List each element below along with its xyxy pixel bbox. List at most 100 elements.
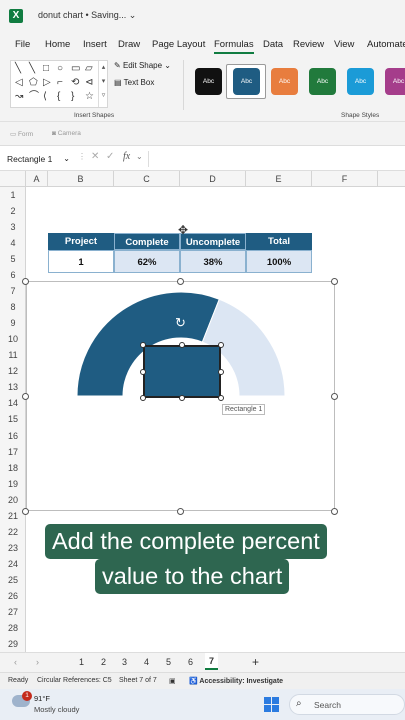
- gallery-scroll[interactable]: ▴ ▾ ▿: [98, 61, 108, 107]
- worksheet-grid[interactable]: A B C D E F 1 2 3 4 5 6 7 8 9 10 11 12 13 14 15 16 17 18 1…: [0, 171, 405, 652]
- column-header-e[interactable]: E: [246, 171, 312, 187]
- row-header-19[interactable]: 19: [0, 476, 26, 492]
- row-header-24[interactable]: 24: [0, 556, 26, 572]
- rectangle-shape-icon[interactable]: □: [43, 64, 49, 74]
- row-header-7[interactable]: 7: [0, 283, 26, 299]
- form-button[interactable]: ▭ Form: [10, 130, 33, 138]
- pentagon-shape-icon[interactable]: ⬠: [29, 78, 38, 88]
- rectangle-shape[interactable]: [143, 345, 221, 398]
- sheet-tab-2[interactable]: 2: [101, 657, 106, 667]
- bracket-shape-icon[interactable]: ⟨: [43, 92, 47, 102]
- more-options-icon[interactable]: ⋮: [78, 152, 86, 161]
- rotate-handle-icon[interactable]: ↻: [175, 315, 186, 331]
- shape-style-black[interactable]: Abc: [195, 68, 222, 95]
- row-header-4[interactable]: 4: [0, 235, 26, 251]
- add-sheet-button[interactable]: +: [252, 655, 259, 669]
- chart-resize-handle-nw[interactable]: [22, 278, 29, 285]
- chevron-shape-icon[interactable]: ⊲: [85, 78, 93, 88]
- edit-shape-button[interactable]: ✎ Edit Shape ⌄: [114, 61, 171, 70]
- cell-project[interactable]: 1: [48, 250, 114, 273]
- row-header-9[interactable]: 9: [0, 315, 26, 331]
- chart-resize-handle-ne[interactable]: [331, 278, 338, 285]
- brace-left-shape-icon[interactable]: {: [57, 92, 60, 102]
- column-header-d[interactable]: D: [180, 171, 246, 187]
- sheet-tab-4[interactable]: 4: [144, 657, 149, 667]
- triangle-shape-icon[interactable]: ◁: [15, 78, 23, 88]
- row-header-25[interactable]: 25: [0, 572, 26, 588]
- row-header-11[interactable]: 11: [0, 347, 26, 363]
- star-shape-icon[interactable]: ☆: [85, 92, 94, 102]
- row-header-20[interactable]: 20: [0, 492, 26, 508]
- row-header-17[interactable]: 17: [0, 444, 26, 460]
- line-shape-icon[interactable]: ╲: [15, 64, 21, 74]
- shape-handle-n[interactable]: [179, 342, 185, 348]
- row-header-3[interactable]: 3: [0, 219, 26, 235]
- oval-shape-icon[interactable]: ○: [57, 64, 63, 74]
- cancel-icon[interactable]: ✕: [91, 151, 99, 162]
- sheet-tab-5[interactable]: 5: [166, 657, 171, 667]
- header-complete[interactable]: Complete: [114, 233, 180, 250]
- function-icon[interactable]: fx: [123, 151, 130, 162]
- shape-style-blue[interactable]: Abc: [233, 68, 260, 95]
- tab-draw[interactable]: Draw: [118, 39, 140, 50]
- shape-handle-s[interactable]: [179, 395, 185, 401]
- camera-button[interactable]: ◙ Camera: [52, 130, 81, 137]
- shape-handle-sw[interactable]: [140, 395, 146, 401]
- accessibility-button[interactable]: ♿ Accessibility: Investigate: [189, 677, 283, 685]
- row-header-26[interactable]: 26: [0, 588, 26, 604]
- macro-record-icon[interactable]: ▣: [169, 677, 176, 685]
- row-header-28[interactable]: 28: [0, 620, 26, 636]
- chevron-down-icon[interactable]: ⌄: [136, 152, 143, 161]
- shape-style-purple[interactable]: Abc: [385, 68, 405, 95]
- curve-shape-icon[interactable]: ⟲: [71, 78, 79, 88]
- header-total[interactable]: Total: [246, 233, 312, 250]
- cell-total[interactable]: 100%: [246, 250, 312, 273]
- shape-handle-nw[interactable]: [140, 342, 146, 348]
- row-header-15[interactable]: 15: [0, 411, 26, 427]
- chart-resize-handle-se[interactable]: [331, 508, 338, 515]
- tab-page-layout[interactable]: Page Layout: [152, 39, 205, 50]
- chart-resize-handle-s[interactable]: [177, 508, 184, 515]
- column-header-f[interactable]: F: [312, 171, 378, 187]
- tab-insert[interactable]: Insert: [83, 39, 107, 50]
- tab-data[interactable]: Data: [263, 39, 283, 50]
- header-project[interactable]: Project: [48, 233, 114, 250]
- cell-complete[interactable]: 62%: [114, 250, 180, 273]
- name-box[interactable]: Rectangle 1 ⌄: [4, 152, 72, 166]
- freeform-shape-icon[interactable]: ↝: [15, 92, 23, 102]
- shape-style-orange[interactable]: Abc: [271, 68, 298, 95]
- shape-handle-ne[interactable]: [218, 342, 224, 348]
- parallelogram-shape-icon[interactable]: ▱: [85, 64, 93, 74]
- row-header-10[interactable]: 10: [0, 331, 26, 347]
- next-sheet-icon[interactable]: ›: [36, 657, 39, 667]
- shape-handle-e[interactable]: [218, 369, 224, 375]
- status-circular-references[interactable]: Circular References: C5: [37, 677, 112, 684]
- tab-automate[interactable]: Automate: [367, 39, 405, 50]
- chart-resize-handle-n[interactable]: [177, 278, 184, 285]
- arrow-shape-icon[interactable]: ╲: [29, 64, 35, 74]
- select-all-corner[interactable]: [0, 171, 26, 187]
- shape-style-cyan[interactable]: Abc: [347, 68, 374, 95]
- document-title[interactable]: donut chart • Saving... ⌄: [38, 10, 136, 21]
- row-header-8[interactable]: 8: [0, 299, 26, 315]
- row-header-27[interactable]: 27: [0, 604, 26, 620]
- chart-resize-handle-sw[interactable]: [22, 508, 29, 515]
- shape-handle-w[interactable]: [140, 369, 146, 375]
- row-header-22[interactable]: 22: [0, 524, 26, 540]
- column-header-c[interactable]: C: [114, 171, 180, 187]
- formula-input[interactable]: [148, 151, 405, 167]
- row-header-29[interactable]: 29: [0, 636, 26, 652]
- tab-formulas[interactable]: Formulas: [214, 39, 254, 54]
- row-header-23[interactable]: 23: [0, 540, 26, 556]
- column-header-a[interactable]: A: [26, 171, 48, 187]
- connector-shape-icon[interactable]: ⌐: [57, 78, 63, 88]
- column-header-b[interactable]: B: [48, 171, 114, 187]
- sheet-tab-6[interactable]: 6: [188, 657, 193, 667]
- text-box-button[interactable]: ▤ Text Box: [114, 78, 154, 87]
- rounded-rect-shape-icon[interactable]: ▭: [71, 64, 80, 74]
- row-header-16[interactable]: 16: [0, 428, 26, 444]
- arc-shape-icon[interactable]: ⌒: [29, 92, 39, 102]
- prev-sheet-icon[interactable]: ‹: [14, 657, 17, 667]
- tab-review[interactable]: Review: [293, 39, 324, 50]
- sheet-tab-1[interactable]: 1: [79, 657, 84, 667]
